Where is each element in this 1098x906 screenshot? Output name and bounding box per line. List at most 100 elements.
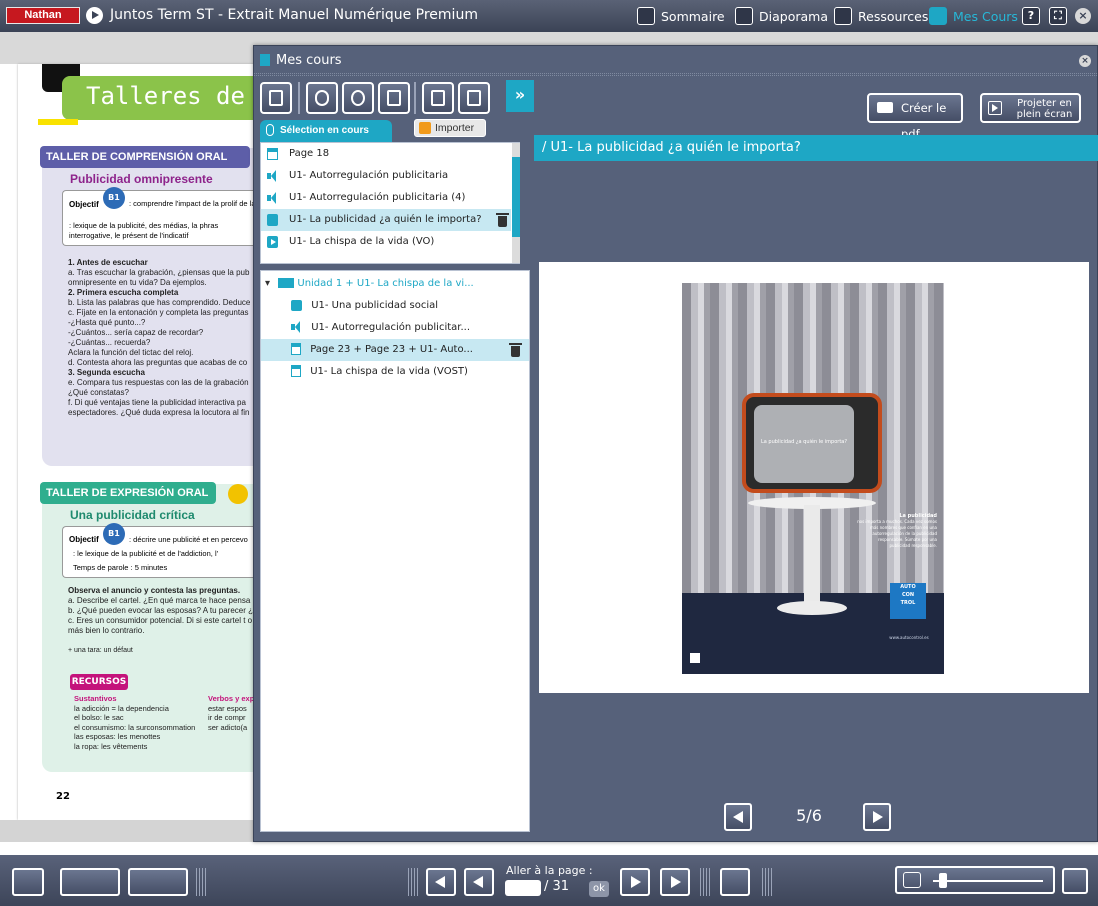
notebook-icon — [929, 7, 947, 25]
trash-icon[interactable] — [509, 343, 522, 357]
ad-poster-image: La publicidad ¿a quién le importa? La pu… — [682, 283, 944, 674]
thumbnails-grid-icon[interactable] — [720, 868, 750, 896]
smiley-icon — [228, 484, 248, 504]
tree-item[interactable]: U1- Una publicidad social — [291, 295, 521, 317]
download-page-icon[interactable] — [422, 82, 454, 114]
fullscreen-icon[interactable]: ⛶ — [1049, 7, 1067, 25]
separator — [414, 82, 416, 114]
image-icon — [291, 299, 302, 311]
audio-icon — [267, 192, 278, 204]
mes-cours-panel: Mes cours × » Sélection en cours Importe… — [253, 45, 1098, 842]
import-icon — [419, 122, 431, 134]
selection-scrollbar[interactable] — [512, 143, 520, 263]
image-icon — [267, 214, 278, 226]
previous-item-button[interactable] — [724, 803, 752, 831]
export-page-icon[interactable] — [458, 82, 490, 114]
goto-ok-button[interactable]: ok — [589, 881, 609, 897]
section-steps: Observa el anuncio y contesta las pregun… — [68, 586, 258, 654]
pager-counter: 5/6 — [796, 806, 822, 825]
expand-panel-button[interactable]: » — [506, 80, 534, 112]
reset-zoom-icon[interactable] — [903, 872, 921, 888]
page-number: 22 — [56, 791, 70, 802]
title-divider — [254, 73, 1098, 76]
course-tree: ▾ Unidad 1 + U1- La chispa de la vi... U… — [260, 270, 530, 832]
close-panel-icon[interactable]: × — [1079, 55, 1091, 67]
zoom-in-icon[interactable] — [1062, 868, 1088, 894]
select-area-tool-icon[interactable] — [128, 868, 188, 896]
tree-root[interactable]: ▾ Unidad 1 + U1- La chispa de la vi... — [265, 273, 525, 295]
next-item-button[interactable] — [863, 803, 891, 831]
help-button[interactable]: ? — [1022, 7, 1040, 25]
paperclip-icon — [266, 124, 274, 136]
recursos-col1: Sustantivos la adicción = la dependencia… — [74, 694, 196, 751]
recursos-label: RECURSOS — [70, 674, 128, 690]
list-item[interactable]: Page 18 — [261, 143, 511, 165]
video-icon — [267, 236, 278, 248]
tv-image: La publicidad ¿a quién le importa? — [742, 393, 882, 493]
folder-icon — [278, 278, 295, 288]
section-header: TALLER DE EXPRESIÓN ORAL — [40, 482, 216, 504]
tab-selection-en-cours[interactable]: Sélection en cours — [260, 120, 392, 142]
time-text: Temps de parole : 5 minutes — [73, 563, 168, 572]
list-item[interactable]: U1- Autorregulación publicitaria (4) — [261, 187, 511, 209]
attach-icon[interactable] — [306, 82, 338, 114]
objectif-box: Objectif B1 : décrire une publicité et e… — [62, 523, 258, 578]
nav-mes-cours[interactable]: Mes Cours — [929, 6, 1018, 26]
panel-title: Mes cours — [276, 53, 342, 68]
title-accent — [38, 119, 78, 125]
tree-item[interactable]: U1- La chispa de la vida (VOST) — [291, 361, 521, 383]
project-fullscreen-button[interactable]: Projeter en plein écran — [980, 93, 1081, 123]
autocontrol-logo: AUTO CON TROL — [890, 583, 926, 619]
next-page-icon[interactable] — [620, 868, 650, 896]
section-header: TALLER DE COMPRENSIÓN ORAL — [40, 146, 250, 168]
last-page-icon[interactable] — [660, 868, 690, 896]
zoom-track[interactable] — [933, 880, 1043, 882]
panel-titlebar: Mes cours × — [254, 46, 1098, 74]
printer-icon — [877, 102, 893, 113]
goto-page-input[interactable] — [505, 880, 541, 896]
level-badge: B1 — [103, 187, 125, 209]
section-subtitle: Publicidad omnipresente — [70, 172, 213, 186]
corner-logo — [690, 653, 700, 663]
table-stem — [804, 505, 820, 605]
page-total: / 31 — [544, 879, 570, 894]
folder-icon — [834, 7, 852, 25]
selection-list: Page 18 U1- Autorregulación publicitaria… — [260, 142, 520, 264]
trash-icon[interactable] — [496, 213, 509, 227]
grid-icon — [735, 7, 753, 25]
title-banner: Talleres de co — [62, 76, 288, 120]
first-page-icon[interactable] — [426, 868, 456, 896]
table-base — [777, 601, 847, 615]
top-bar: Nathan Juntos Term ST - Extrait Manuel N… — [0, 0, 1098, 32]
tree-item-selected[interactable]: Page 23 + Page 23 + U1- Auto... — [261, 339, 529, 361]
text-tool-icon[interactable] — [12, 868, 44, 896]
page-icon — [291, 365, 301, 377]
list-item[interactable]: U1- La chispa de la vida (VO) — [261, 231, 511, 253]
select-zoom-tool-icon[interactable] — [60, 868, 120, 896]
poster-url: www.autocontrol.es — [889, 635, 929, 640]
separator — [298, 82, 300, 114]
list-item[interactable]: U1- Autorregulación publicitaria — [261, 165, 511, 187]
checklist-icon[interactable] — [378, 82, 410, 114]
separator — [762, 868, 772, 896]
tree-item[interactable]: U1- Autorregulación publicitar... — [291, 317, 521, 339]
add-course-icon[interactable] — [260, 82, 292, 114]
play-arrow-icon[interactable] — [86, 7, 103, 24]
import-button[interactable]: Importer — [414, 119, 486, 137]
nav-ressources[interactable]: Ressources — [834, 6, 928, 26]
close-app-icon[interactable]: × — [1075, 8, 1091, 24]
previous-page-icon[interactable] — [464, 868, 494, 896]
camera-icon[interactable] — [342, 82, 374, 114]
create-pdf-button[interactable]: Créer le pdf — [867, 93, 963, 141]
page-icon — [267, 148, 278, 160]
objectif-box: Objectif B1 : comprendre l'impact de la … — [62, 187, 259, 246]
list-item-selected[interactable]: U1- La publicidad ¿a quién le importa? — [261, 209, 511, 231]
scrollbar-thumb[interactable] — [512, 157, 520, 237]
nav-diaporama[interactable]: Diaporama — [735, 6, 828, 26]
zoom-knob[interactable] — [939, 873, 947, 888]
list-icon — [637, 7, 655, 25]
nav-sommaire[interactable]: Sommaire — [637, 6, 725, 26]
triangle-down-icon[interactable]: ▾ — [265, 273, 275, 295]
poster-blurb: La publicidad nos importa a muchos. Cada… — [857, 513, 937, 548]
zoom-slider[interactable] — [895, 866, 1055, 894]
